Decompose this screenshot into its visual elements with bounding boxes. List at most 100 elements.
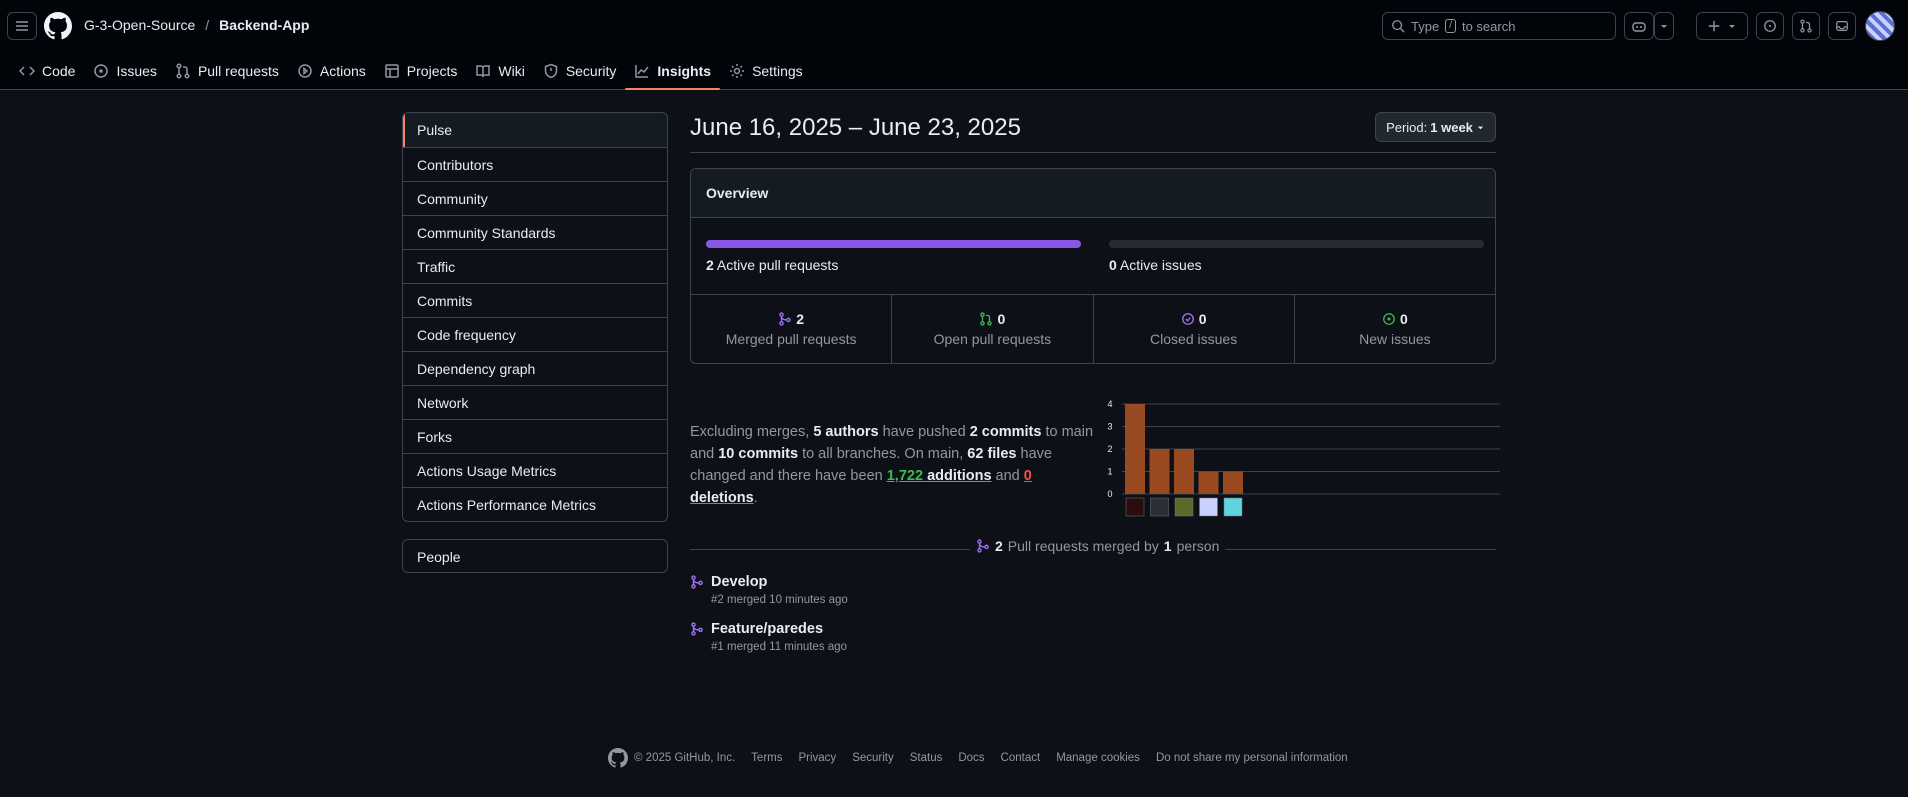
- tab-label: Wiki: [498, 63, 525, 79]
- pr-title-link[interactable]: Develop: [711, 574, 767, 590]
- chart-bar[interactable]: [1198, 471, 1219, 495]
- gear-icon: [730, 64, 745, 78]
- sidebar-item-dependency-graph[interactable]: Dependency graph: [403, 351, 667, 385]
- active-issues-progress-bar[interactable]: [1109, 240, 1484, 248]
- period-dropdown-button[interactable]: Period: 1 week: [1375, 112, 1496, 142]
- sidebar-item-pulse[interactable]: Pulse: [403, 113, 667, 147]
- sidebar-item-commits[interactable]: Commits: [403, 283, 667, 317]
- merged-pr-heading: 2 Pull requests merged by 1 person: [970, 538, 1226, 554]
- active-prs-progress-bar[interactable]: [706, 240, 1081, 248]
- period-label: Period:: [1386, 119, 1428, 135]
- footer-link-terms[interactable]: Terms: [751, 752, 782, 764]
- active-prs-summary[interactable]: 2 Active pull requests: [706, 257, 838, 273]
- copilot-dropdown-button[interactable]: [1654, 12, 1674, 40]
- overview-stat[interactable]: 0 Closed issues: [1092, 295, 1294, 363]
- sidebar-item-people[interactable]: People: [402, 539, 668, 573]
- overview-heading: Overview: [691, 169, 1495, 218]
- chart-y-tick-label: 0: [1107, 489, 1112, 499]
- sidebar-item-actions-performance-metrics[interactable]: Actions Performance Metrics: [403, 487, 667, 521]
- copyright-text: © 2025 GitHub, Inc.: [634, 752, 736, 764]
- tab-pull-requests[interactable]: Pull requests: [166, 54, 288, 88]
- tab-label: Actions: [319, 63, 366, 79]
- tab-actions[interactable]: Actions: [288, 54, 375, 88]
- search-input[interactable]: Type / to search: [1382, 12, 1616, 40]
- contributor-avatar[interactable]: [1125, 497, 1145, 517]
- summary-text: have pushed: [882, 424, 966, 440]
- github-logo-icon[interactable]: [44, 12, 72, 40]
- sidebar-item-network[interactable]: Network: [403, 385, 667, 419]
- contributor-avatar[interactable]: [1174, 497, 1194, 517]
- breadcrumb-separator: /: [205, 17, 210, 33]
- code-icon: [19, 66, 35, 76]
- footer-link-privacy[interactable]: Privacy: [798, 752, 836, 764]
- footer-link-manage-cookies[interactable]: Manage cookies: [1056, 752, 1140, 764]
- contributor-avatar[interactable]: [1223, 497, 1243, 517]
- tab-security[interactable]: Security: [534, 54, 626, 88]
- footer-link-contact[interactable]: Contact: [1001, 752, 1041, 764]
- summary-commits-all: 10 commits: [718, 446, 799, 462]
- insights-sidebar-menu: Pulse Contributors Community Community Stan…: [402, 112, 668, 522]
- footer-link-status[interactable]: Status: [910, 752, 943, 764]
- active-issues-summary[interactable]: 0 Active issues: [1109, 257, 1202, 273]
- inbox-button[interactable]: [1828, 12, 1856, 40]
- tab-label: Code: [42, 63, 76, 79]
- additions-link[interactable]: 1,722 additions: [887, 468, 992, 484]
- tab-insights[interactable]: Insights: [625, 54, 720, 90]
- graph-icon: [635, 65, 649, 78]
- contributor-avatar[interactable]: [1199, 497, 1218, 517]
- user-avatar[interactable]: [1865, 11, 1895, 41]
- issues-button[interactable]: [1756, 12, 1784, 40]
- search-icon: [1392, 20, 1405, 33]
- sidebar-item-forks[interactable]: Forks: [403, 419, 667, 453]
- footer-link-docs[interactable]: Docs: [958, 752, 984, 764]
- hamburger-icon: [16, 21, 28, 31]
- issue-icon: [1383, 313, 1395, 325]
- breadcrumb-repo-link[interactable]: Backend-App: [219, 17, 309, 33]
- contributor-avatar[interactable]: [1150, 497, 1169, 517]
- sidebar-item-code-frequency[interactable]: Code frequency: [403, 317, 667, 351]
- chart-bar[interactable]: [1174, 449, 1194, 494]
- chart-bar[interactable]: [1149, 449, 1170, 494]
- table-icon: [385, 64, 399, 78]
- active-issues-count: 0: [1109, 257, 1117, 273]
- tab-projects[interactable]: Projects: [375, 54, 467, 88]
- stat-value: 0: [1399, 311, 1408, 327]
- sidebar-item-traffic[interactable]: Traffic: [403, 249, 667, 283]
- tab-code[interactable]: Code: [10, 54, 84, 88]
- merge-icon: [977, 539, 989, 553]
- pull-request-icon: [1800, 19, 1812, 33]
- issue-icon: [1764, 20, 1776, 32]
- summary-text: and: [995, 468, 1020, 484]
- tab-label: Settings: [752, 63, 803, 79]
- overview-stat[interactable]: 2 Merged pull requests: [691, 295, 891, 363]
- sidebar-item-contributors[interactable]: Contributors: [403, 147, 667, 181]
- sidebar-item-community[interactable]: Community: [403, 181, 667, 215]
- overview-stat[interactable]: 0 New issues: [1293, 295, 1495, 363]
- pr-title-link[interactable]: Feature/paredes: [711, 621, 823, 637]
- create-new-button[interactable]: [1696, 12, 1748, 40]
- tab-settings[interactable]: Settings: [720, 54, 812, 88]
- chart-bar[interactable]: [1125, 404, 1145, 494]
- footer: © 2025 GitHub, Inc. Terms Privacy Security…: [608, 748, 1348, 768]
- breadcrumb-owner-link[interactable]: G-3-Open-Source: [84, 17, 195, 33]
- overview-panel: Overview 2 Active pull requests 0 Active…: [690, 168, 1496, 364]
- footer-link-security[interactable]: Security: [852, 752, 894, 764]
- menu-button[interactable]: [7, 12, 37, 40]
- overview-stat[interactable]: 0 Open pull requests: [891, 295, 1092, 363]
- sidebar-item-actions-usage-metrics[interactable]: Actions Usage Metrics: [403, 453, 667, 487]
- repo-tabs: Code Issues Pull requests Actions Projects Wi…: [10, 54, 812, 90]
- chart-bar[interactable]: [1223, 471, 1243, 495]
- deletions-word: deletions: [690, 490, 754, 506]
- copilot-button[interactable]: [1624, 12, 1654, 40]
- github-mark-icon[interactable]: [608, 748, 628, 768]
- stat-label: Closed issues: [1150, 331, 1238, 347]
- tab-issues[interactable]: Issues: [84, 54, 165, 88]
- summary-commits-main: 2 commits: [969, 424, 1042, 440]
- chart-y-tick-label: 4: [1107, 399, 1112, 409]
- sidebar-item-community-standards[interactable]: Community Standards: [403, 215, 667, 249]
- pull-requests-button[interactable]: [1792, 12, 1820, 40]
- tab-wiki[interactable]: Wiki: [466, 54, 533, 88]
- footer-link-do-not-share-my-personal-information[interactable]: Do not share my personal information: [1156, 752, 1348, 764]
- overview-stats: 2 Merged pull requests 0 Open pull requests…: [691, 294, 1495, 363]
- issue-icon: [94, 64, 109, 78]
